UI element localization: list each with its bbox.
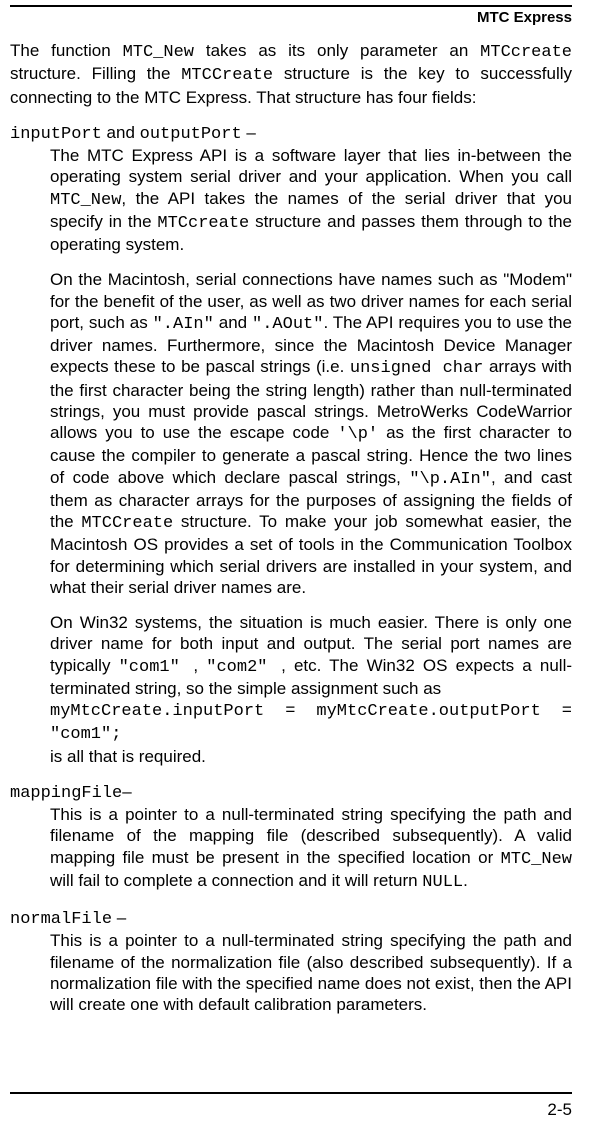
code: '\p' [337, 425, 378, 444]
code: "com2" [206, 658, 281, 677]
text: This is a pointer to a null-terminated s… [50, 805, 572, 867]
intro-paragraph: The function MTC_New takes as its only p… [10, 40, 572, 108]
running-header: MTC Express [10, 9, 572, 26]
mappingfile-paragraph: This is a pointer to a null-terminated s… [50, 804, 572, 893]
header-rule [10, 5, 572, 7]
code: outputPort [140, 125, 242, 144]
text: The function [10, 41, 123, 60]
code: "\p.AIn" [409, 470, 491, 489]
code: "com1" [119, 658, 194, 677]
inputport-code-line: myMtcCreate.inputPort = myMtcCreate.outp… [50, 699, 572, 746]
inputport-heading: inputPort and outputPort – [10, 122, 572, 145]
page: MTC Express The function MTC_New takes a… [0, 0, 598, 1130]
code: MTCcreate [157, 214, 249, 233]
text: and [214, 313, 252, 332]
code: ".AOut" [252, 315, 323, 334]
page-number: 2-5 [547, 1100, 572, 1120]
text: will fail to complete a connection and i… [50, 871, 422, 890]
code: MTC_New [123, 43, 194, 62]
mappingfile-heading: mappingFile– [10, 781, 572, 804]
code: unsigned char [350, 359, 483, 378]
normalfile-paragraph: This is a pointer to a null-terminated s… [50, 930, 572, 1015]
text: – [122, 782, 131, 801]
code: mappingFile [10, 784, 122, 803]
text: – [242, 123, 256, 142]
text: is all that is required. [50, 747, 206, 766]
text: , [193, 656, 206, 675]
code: MTC_New [50, 191, 121, 210]
normalfile-heading: normalFile – [10, 907, 572, 930]
code: myMtcCreate.inputPort = myMtcCreate.outp… [50, 702, 572, 744]
code: MTCcreate [480, 43, 572, 62]
body-text: The function MTC_New takes as its only p… [10, 40, 572, 1015]
text: structure. Filling the [10, 64, 181, 83]
code: MTC_New [501, 850, 572, 869]
code: MTCCreate [81, 514, 173, 533]
text: – [112, 908, 126, 927]
footer-rule [10, 1092, 572, 1094]
text: The MTC Express API is a software layer … [50, 146, 572, 186]
inputport-paragraph-1: The MTC Express API is a software layer … [50, 145, 572, 255]
code: inputPort [10, 125, 102, 144]
code: ".AIn" [153, 315, 214, 334]
code: NULL [422, 873, 463, 892]
text: . [463, 871, 468, 890]
code: MTCCreate [181, 66, 273, 85]
text: This is a pointer to a null-terminated s… [50, 931, 572, 1014]
text: takes as its only parameter an [194, 41, 480, 60]
inputport-paragraph-3b: is all that is required. [50, 746, 572, 767]
text: and [102, 123, 140, 142]
inputport-paragraph-2: On the Macintosh, serial connections hav… [50, 269, 572, 598]
inputport-paragraph-3: On Win32 systems, the situation is much … [50, 612, 572, 699]
code: normalFile [10, 910, 112, 929]
